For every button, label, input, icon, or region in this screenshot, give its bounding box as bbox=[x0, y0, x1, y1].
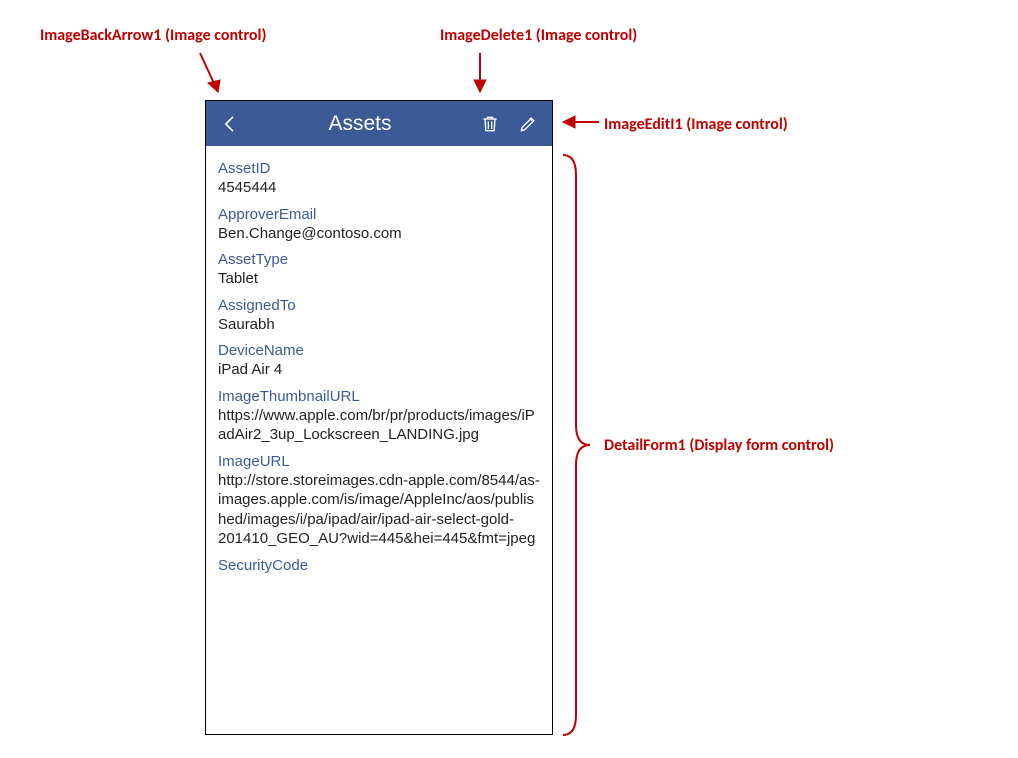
field-label: AssetID bbox=[218, 160, 540, 177]
field-value: iPad Air 4 bbox=[218, 360, 540, 380]
field-label: ImageURL bbox=[218, 453, 540, 470]
field-label: ApproverEmail bbox=[218, 206, 540, 223]
field-label: AssetType bbox=[218, 251, 540, 268]
field-value: http://store.storeimages.cdn-apple.com/8… bbox=[218, 471, 540, 549]
field-value: 4545444 bbox=[218, 178, 540, 198]
field-label: DeviceName bbox=[218, 342, 540, 359]
annotation-back-arrow: ImageBackArrow1 (Image control) bbox=[40, 26, 266, 45]
field-label: ImageThumbnailURL bbox=[218, 388, 540, 405]
delete-icon[interactable] bbox=[476, 110, 504, 138]
field-image-url: ImageURL http://store.storeimages.cdn-ap… bbox=[218, 453, 540, 549]
arrow-to-back-icon bbox=[190, 48, 230, 103]
field-label: SecurityCode bbox=[218, 557, 540, 574]
titlebar: Assets bbox=[206, 101, 552, 146]
brace-detail-form bbox=[558, 150, 598, 740]
page-title: Assets bbox=[254, 112, 466, 136]
field-value: Tablet bbox=[218, 269, 540, 289]
back-arrow-icon[interactable] bbox=[216, 110, 244, 138]
field-image-thumbnail-url: ImageThumbnailURL https://www.apple.com/… bbox=[218, 388, 540, 445]
field-approver-email: ApproverEmail Ben.Change@contoso.com bbox=[218, 206, 540, 244]
arrow-to-edit-icon bbox=[557, 110, 602, 130]
annotation-detail-form: DetailForm1 (Display form control) bbox=[604, 436, 834, 455]
annotation-edit: ImageEditI1 (Image control) bbox=[604, 115, 788, 134]
field-value: Saurabh bbox=[218, 315, 540, 335]
field-asset-id: AssetID 4545444 bbox=[218, 160, 540, 198]
annotation-delete: ImageDelete1 (Image control) bbox=[440, 26, 637, 45]
phone-frame: Assets AssetID 4545444 ApproverEmail Ben… bbox=[205, 100, 553, 735]
field-value: Ben.Change@contoso.com bbox=[218, 224, 540, 244]
field-device-name: DeviceName iPad Air 4 bbox=[218, 342, 540, 380]
arrow-to-delete-icon bbox=[460, 48, 500, 103]
field-value: https://www.apple.com/br/pr/products/ima… bbox=[218, 406, 540, 445]
field-asset-type: AssetType Tablet bbox=[218, 251, 540, 289]
field-label: AssignedTo bbox=[218, 297, 540, 314]
field-security-code: SecurityCode bbox=[218, 557, 540, 574]
edit-icon[interactable] bbox=[514, 110, 542, 138]
field-assigned-to: AssignedTo Saurabh bbox=[218, 297, 540, 335]
detail-form: AssetID 4545444 ApproverEmail Ben.Change… bbox=[206, 146, 552, 734]
